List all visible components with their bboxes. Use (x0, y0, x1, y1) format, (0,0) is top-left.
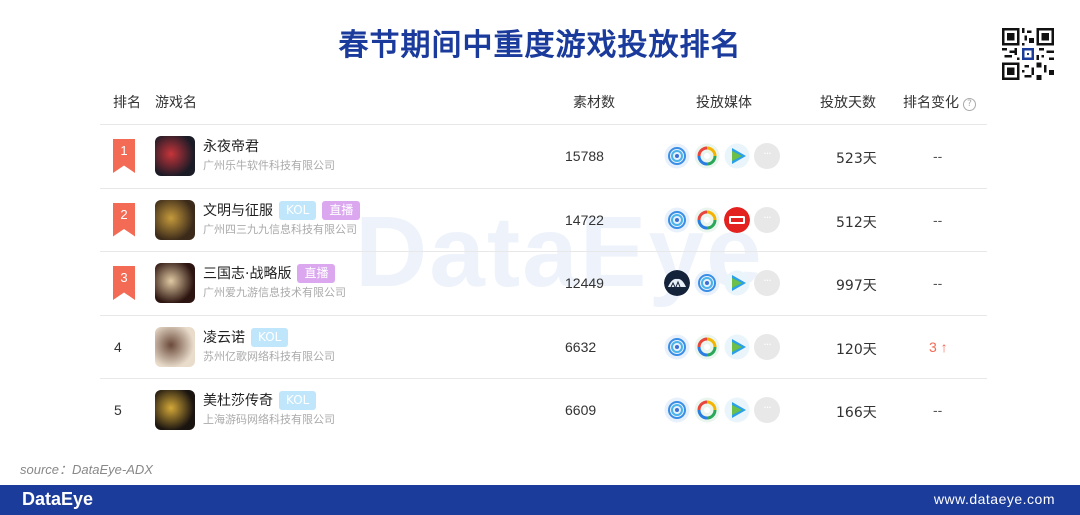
header-game-name: 游戏名 (155, 95, 197, 111)
media-list: ··· (664, 143, 780, 169)
materials-count: 6632 (565, 338, 597, 355)
media-a-icon (664, 207, 690, 232)
kol-tag: KOL (251, 327, 289, 347)
rank-ribbon: 1 (113, 139, 135, 173)
days-count: 997天 (836, 278, 877, 294)
days-count: 512天 (836, 214, 877, 231)
header-media: 投放媒体 (696, 95, 752, 111)
rank-change: -- (933, 402, 943, 418)
rank-ribbon: 2 (113, 202, 135, 237)
rank-number: 5 (114, 402, 122, 418)
materials-count: 15788 (565, 148, 604, 164)
media-c-icon (724, 143, 750, 169)
table-row[interactable]: 1 永夜帝君广州乐牛软件科技有限公司 15788 ··· 523天 -- (100, 125, 987, 188)
more-icon[interactable]: ··· (754, 143, 780, 169)
media-list: ··· (664, 206, 780, 233)
page-title: 春节期间中重度游戏投放排名 (338, 28, 742, 63)
rank-change: -- (933, 275, 943, 291)
header-days: 投放天数 (820, 95, 876, 111)
game-name[interactable]: 三国志·战略版 (203, 266, 291, 282)
media-c-icon (724, 397, 750, 423)
materials-count: 12449 (565, 275, 604, 291)
media-list: ··· (664, 397, 780, 423)
table-row[interactable]: 2 文明与征服 KOL 直播广州四三九九信息科技有限公司 14722 ··· 512天 -- (100, 189, 987, 252)
header-rank-change-label: 排名变化 (903, 95, 959, 111)
source-note: source：DataEye-ADX (20, 462, 153, 477)
kol-tag: KOL (279, 391, 317, 410)
rank-change: -- (933, 148, 943, 164)
table-row[interactable]: 4 凌云诺 KOL 苏州亿歌网络科技有限公司 6632 ··· 120天 3 ↑ (100, 316, 987, 379)
game-icon[interactable] (155, 136, 195, 176)
days-count: 523天 (836, 151, 877, 167)
more-icon[interactable]: ··· (754, 333, 780, 360)
more-icon[interactable]: ··· (754, 397, 780, 423)
game-icon[interactable] (155, 326, 195, 367)
game-icon[interactable] (155, 199, 195, 240)
materials-count: 6609 (565, 402, 597, 418)
media-e-icon (664, 270, 690, 296)
header-rank-change: 排名变化? (903, 92, 976, 112)
company-name: 广州乐牛软件科技有限公司 (203, 159, 335, 172)
media-a-icon (664, 334, 690, 359)
media-d-icon (724, 206, 750, 233)
rank-change: -- (933, 211, 943, 228)
more-icon[interactable]: ··· (754, 206, 780, 233)
table-row[interactable]: 3 三国志·战略版 直播广州爱九游信息技术有限公司 12449 ··· 997天 -- (100, 252, 987, 315)
rank-number: 4 (114, 338, 122, 355)
days-count: 120天 (836, 341, 877, 358)
media-b-icon (694, 397, 720, 423)
live-tag: 直播 (322, 200, 361, 220)
live-tag: 直播 (297, 264, 336, 283)
header-materials: 素材数 (573, 95, 615, 111)
game-name-cell[interactable]: 文明与征服 KOL 直播 (203, 200, 361, 220)
days-count: 166天 (836, 405, 877, 421)
company-name: 广州爱九游信息技术有限公司 (203, 286, 346, 299)
more-icon[interactable]: ··· (754, 270, 780, 296)
media-a-icon (664, 397, 690, 423)
game-name-cell[interactable]: 美杜莎传奇 KOL (203, 390, 317, 410)
game-name[interactable]: 凌云诺 (203, 330, 245, 346)
game-name[interactable]: 文明与征服 (203, 203, 273, 219)
game-name-cell[interactable]: 凌云诺 KOL (203, 327, 289, 347)
media-c-icon (724, 270, 750, 296)
footer-bar: DataEye www.dataeye.com (0, 485, 1080, 515)
media-a-icon (664, 143, 690, 169)
media-b-icon (694, 143, 720, 169)
media-b-icon (694, 334, 720, 359)
materials-count: 14722 (565, 211, 604, 228)
media-b-icon (694, 207, 720, 232)
company-name: 苏州亿歌网络科技有限公司 (203, 349, 335, 363)
game-icon[interactable] (155, 390, 195, 430)
media-list: ··· (664, 270, 780, 296)
table-row[interactable]: 5 美杜莎传奇 KOL 上海游码网络科技有限公司 6609 ··· 166天 -- (100, 379, 987, 442)
rank-change: 3 ↑ (929, 338, 948, 355)
help-icon[interactable]: ? (963, 98, 976, 111)
media-list: ··· (664, 333, 780, 360)
game-name-cell[interactable]: 永夜帝君 (203, 136, 259, 156)
game-name[interactable]: 美杜莎传奇 (203, 393, 273, 409)
company-name: 上海游码网络科技有限公司 (203, 413, 335, 426)
footer-logo: DataEye (22, 489, 94, 509)
company-name: 广州四三九九信息科技有限公司 (203, 222, 357, 236)
media-a-icon (694, 270, 720, 296)
game-name-cell[interactable]: 三国志·战略版 直播 (203, 263, 336, 283)
header-rank: 排名 (113, 95, 141, 111)
game-name[interactable]: 永夜帝君 (203, 139, 259, 155)
rank-ribbon: 3 (113, 266, 135, 300)
kol-tag: KOL (279, 200, 317, 220)
footer-url[interactable]: www.dataeye.com (934, 491, 1055, 507)
media-c-icon (724, 334, 750, 359)
qr-code-icon (1002, 28, 1054, 80)
game-icon[interactable] (155, 263, 195, 303)
